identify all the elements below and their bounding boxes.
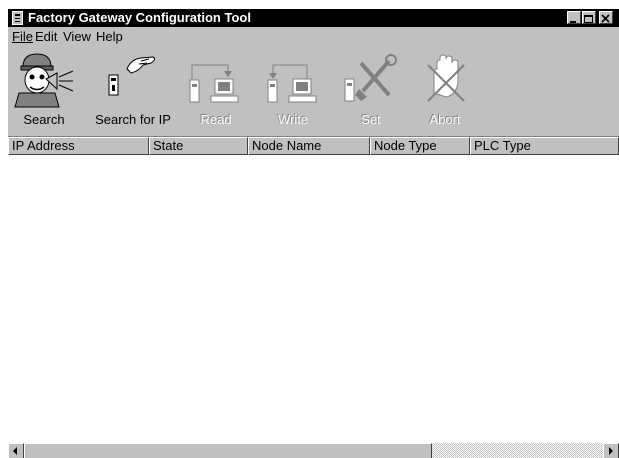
abort-button[interactable]: Abort	[416, 49, 474, 131]
scroll-right-button[interactable]	[603, 443, 619, 458]
maximize-icon	[584, 15, 593, 23]
scroll-thumb[interactable]	[24, 443, 432, 458]
set-button[interactable]: Set	[341, 49, 401, 131]
main-window: Factory Gateway Configuration Tool File …	[8, 9, 619, 458]
abort-label: Abort	[429, 112, 461, 127]
search-label: Search	[23, 112, 65, 127]
column-state[interactable]: State	[149, 137, 248, 155]
menu-help-label: Help	[96, 29, 123, 44]
title-bar[interactable]: Factory Gateway Configuration Tool	[8, 9, 619, 27]
menu-file[interactable]: File	[12, 29, 33, 45]
menu-view[interactable]: View	[63, 29, 91, 45]
minimize-icon	[570, 21, 576, 23]
node-list[interactable]: IP Address State Node Name Node Type PLC…	[8, 136, 619, 458]
abort-hand-icon	[427, 54, 465, 102]
column-node-name[interactable]: Node Name	[248, 137, 370, 155]
close-icon	[601, 14, 610, 23]
menu-edit[interactable]: Edit	[35, 29, 57, 45]
app-icon	[12, 11, 23, 25]
write-button[interactable]: Write	[261, 49, 325, 131]
write-icon	[267, 64, 317, 103]
column-plc-type[interactable]: PLC Type	[470, 137, 619, 155]
search-ip-icon	[108, 56, 156, 96]
search-for-ip-button[interactable]: Search for IP	[90, 49, 176, 131]
search-for-ip-label: Search for IP	[95, 112, 171, 127]
horizontal-scrollbar[interactable]	[8, 443, 619, 458]
column-ip-address[interactable]: IP Address	[8, 137, 149, 155]
arrow-right-icon	[609, 447, 613, 455]
window-title: Factory Gateway Configuration Tool	[28, 10, 251, 25]
menu-bar: File Edit View Help	[8, 28, 619, 46]
scroll-left-button[interactable]	[8, 443, 24, 458]
minimize-button[interactable]	[567, 11, 581, 24]
arrow-left-icon	[13, 447, 17, 455]
maximize-button[interactable]	[582, 11, 596, 24]
set-label: Set	[361, 112, 381, 127]
menu-help[interactable]: Help	[96, 29, 123, 45]
read-icon	[189, 64, 239, 103]
write-label: Write	[277, 112, 309, 127]
search-person-icon	[14, 53, 74, 108]
read-button[interactable]: Read	[184, 49, 248, 131]
menu-edit-label: Edit	[35, 29, 58, 44]
column-node-type[interactable]: Node Type	[370, 137, 470, 155]
read-label: Read	[200, 112, 232, 127]
search-button[interactable]: Search	[8, 49, 80, 131]
menu-view-label: View	[63, 29, 91, 44]
close-button[interactable]	[599, 11, 613, 24]
menu-file-label: File	[12, 29, 33, 44]
set-tools-icon	[344, 54, 397, 102]
toolbar: Search Search for IP Read Write Set Abor…	[8, 47, 619, 129]
list-header: IP Address State Node Name Node Type PLC…	[8, 137, 619, 155]
